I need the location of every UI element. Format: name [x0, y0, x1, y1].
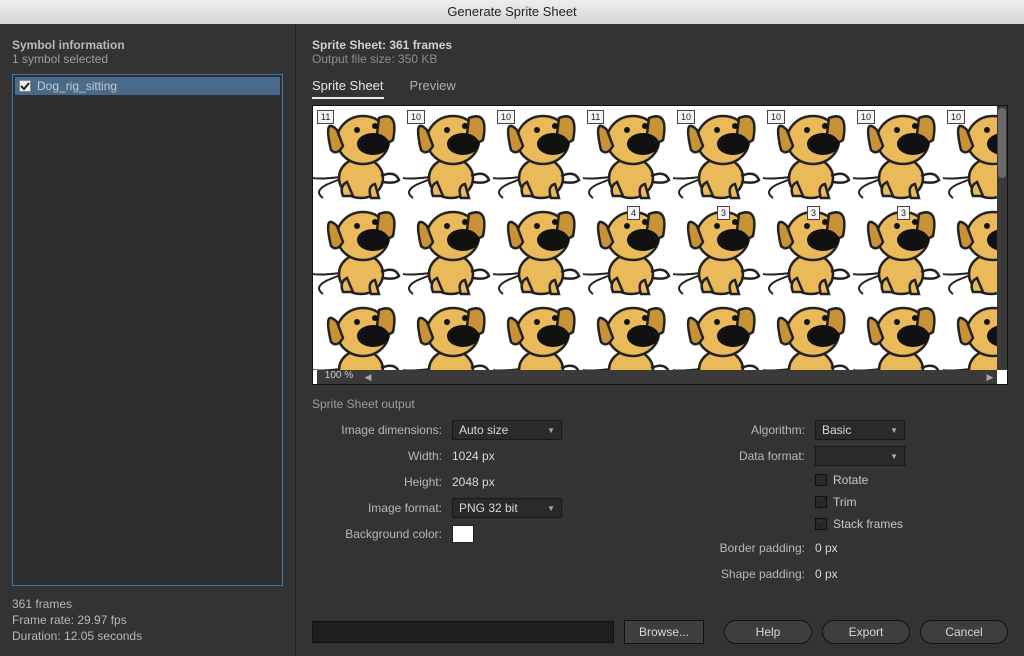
sprite-frame: 10 [403, 106, 493, 202]
frame-number-badge: 10 [947, 110, 965, 124]
sprite-frame: 10 [943, 106, 997, 202]
rotate-label: Rotate [833, 473, 868, 487]
sidebar: Symbol information 1 symbol selected Dog… [0, 24, 296, 656]
horizontal-scrollbar[interactable]: ◀ ▶ [361, 370, 997, 384]
sprite-frame: 3 [673, 202, 763, 298]
help-button[interactable]: Help [724, 620, 812, 644]
sprite-frame [313, 202, 403, 298]
border-value[interactable]: 0 px [815, 541, 838, 555]
dimensions-select[interactable]: Auto size ▼ [452, 420, 562, 440]
sprite-frame: 6 [943, 298, 997, 370]
cancel-button[interactable]: Cancel [920, 620, 1008, 644]
sprite-frame [493, 298, 583, 370]
algorithm-value: Basic [822, 423, 851, 437]
width-value: 1024 px [452, 449, 495, 463]
sprite-frame [313, 298, 403, 370]
chevron-down-icon: ▼ [890, 426, 898, 435]
algorithm-select[interactable]: Basic ▼ [815, 420, 905, 440]
trim-label: Trim [833, 495, 857, 509]
tab-sprite-sheet[interactable]: Sprite Sheet [312, 76, 384, 99]
chevron-down-icon: ▼ [890, 452, 898, 461]
sprite-frame: 11 [313, 106, 403, 202]
tab-preview[interactable]: Preview [410, 76, 456, 99]
label-width: Width: [312, 449, 452, 463]
sprite-frame [403, 202, 493, 298]
format-select[interactable]: PNG 32 bit ▼ [452, 498, 562, 518]
stack-checkbox[interactable] [815, 518, 827, 530]
sprite-frame: 10 [763, 106, 853, 202]
shape-value[interactable]: 0 px [815, 567, 838, 581]
frame-number-badge: 10 [677, 110, 695, 124]
label-dimensions: Image dimensions: [312, 423, 452, 437]
label-shape: Shape padding: [675, 567, 815, 581]
vertical-scrollbar[interactable] [997, 106, 1007, 370]
label-height: Height: [312, 475, 452, 489]
stat-frames: 361 frames [12, 596, 283, 612]
tabs: Sprite Sheet Preview [312, 76, 1008, 99]
frame-number-badge: 10 [407, 110, 425, 124]
chevron-down-icon: ▼ [547, 426, 555, 435]
frame-number-badge: 11 [317, 110, 334, 124]
frame-number-badge: 10 [857, 110, 875, 124]
sprite-frame [583, 298, 673, 370]
symbol-info-count: 1 symbol selected [12, 52, 283, 66]
frame-number-badge: 10 [767, 110, 785, 124]
vertical-scroll-thumb[interactable] [998, 108, 1006, 178]
symbol-stats: 361 frames Frame rate: 29.97 fps Duratio… [12, 596, 283, 644]
sprite-frame: 4 [583, 202, 673, 298]
label-algorithm: Algorithm: [675, 423, 815, 437]
frame-number-badge: 3 [807, 206, 820, 220]
sprite-frame [763, 298, 853, 370]
sprite-frame: 10 [853, 106, 943, 202]
scroll-left-icon[interactable]: ◀ [361, 370, 375, 384]
label-border: Border padding: [675, 541, 815, 555]
chevron-down-icon: ▼ [547, 504, 555, 513]
label-bgcolor: Background color: [312, 527, 452, 541]
sprite-frame [673, 298, 763, 370]
symbol-checkbox[interactable] [19, 80, 31, 92]
output-section-title: Sprite Sheet output [312, 397, 1008, 411]
dataformat-select[interactable]: ▼ [815, 446, 905, 466]
sprite-frame: 10 [493, 106, 583, 202]
sprite-frame [493, 202, 583, 298]
frame-number-badge: 3 [897, 206, 910, 220]
bgcolor-swatch[interactable] [452, 525, 474, 543]
main-panel: Sprite Sheet: 361 frames Output file siz… [296, 24, 1024, 656]
format-value: PNG 32 bit [459, 501, 518, 515]
symbol-item-dog[interactable]: Dog_rig_sitting [15, 77, 280, 95]
label-dataformat: Data format: [675, 449, 815, 463]
sheet-title: Sprite Sheet: 361 frames [312, 38, 1008, 52]
sprite-frame: 11 [583, 106, 673, 202]
sprite-frame: 3 [763, 202, 853, 298]
frame-number-badge: 4 [627, 206, 640, 220]
output-path-field[interactable] [312, 621, 614, 643]
export-button[interactable]: Export [822, 620, 910, 644]
dimensions-value: Auto size [459, 423, 508, 437]
symbol-info-heading: Symbol information [12, 38, 283, 52]
frame-number-badge: 3 [717, 206, 730, 220]
stat-rate: Frame rate: 29.97 fps [12, 612, 283, 628]
stat-duration: Duration: 12.05 seconds [12, 628, 283, 644]
sprite-frame: 10 [673, 106, 763, 202]
trim-checkbox[interactable] [815, 496, 827, 508]
label-format: Image format: [312, 501, 452, 515]
height-value: 2048 px [452, 475, 495, 489]
sprite-frame [943, 202, 997, 298]
symbol-item-label: Dog_rig_sitting [37, 79, 117, 93]
sprite-frame: 3 [853, 202, 943, 298]
scroll-right-icon[interactable]: ▶ [983, 370, 997, 384]
zoom-level[interactable]: 100 % [317, 370, 361, 384]
sprite-frame [853, 298, 943, 370]
window-title: Generate Sprite Sheet [0, 0, 1024, 24]
stack-label: Stack frames [833, 517, 903, 531]
browse-button[interactable]: Browse... [624, 620, 704, 644]
frame-number-badge: 10 [497, 110, 515, 124]
sheet-size: Output file size: 350 KB [312, 52, 1008, 66]
rotate-checkbox[interactable] [815, 474, 827, 486]
sprite-preview[interactable]: 11 10 10 11 10 10 10 10 4 3 3 3 6 100 % ◀ ▶ [312, 105, 1008, 385]
frame-number-badge: 11 [587, 110, 604, 124]
sprite-frame [403, 298, 493, 370]
symbol-list[interactable]: Dog_rig_sitting [12, 74, 283, 586]
